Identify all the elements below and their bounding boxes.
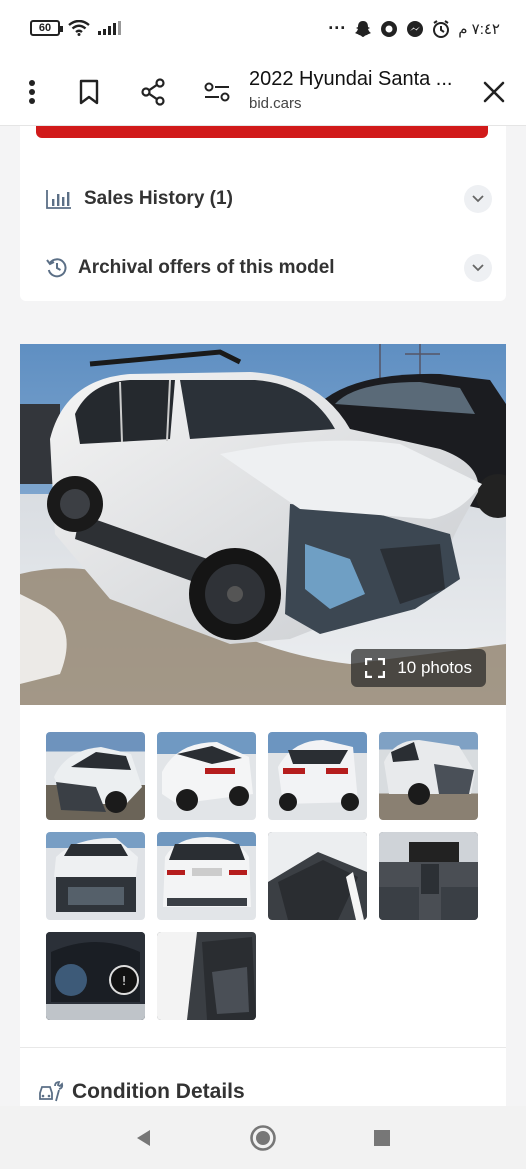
alarm-icon (433, 19, 450, 38)
thumbnail-6[interactable] (157, 832, 256, 920)
recents-button[interactable] (366, 1122, 398, 1154)
accordion-archival-offers[interactable]: Archival offers of this model (46, 251, 492, 285)
page-title: 2022 Hyundai Santa ... (249, 68, 453, 90)
page-settings-button[interactable] (199, 74, 235, 110)
battery-level: 60 (38, 22, 52, 34)
back-triangle-icon (137, 1130, 150, 1146)
home-circle-icon (250, 1125, 276, 1151)
thumbnail-3[interactable] (268, 732, 367, 820)
condition-details-label: Condition Details (72, 1080, 245, 1103)
page-content: Sales History (1) Archival offers of thi… (0, 126, 526, 1106)
thumbnail-10[interactable] (157, 932, 256, 1020)
thumbnail-1[interactable] (46, 732, 145, 820)
svg-text:!: ! (122, 974, 127, 988)
thumbnail-4[interactable] (379, 732, 478, 820)
more-vertical-icon (29, 80, 35, 104)
status-bar: 60 ··· ٧:٤٢ م (0, 0, 526, 60)
accordion-sales-history[interactable]: Sales History (1) (46, 182, 492, 216)
photo-gallery-card: 10 photos ! Condition Details (20, 344, 506, 1106)
page-domain: bid.cars (249, 95, 302, 112)
fullscreen-icon (365, 658, 386, 678)
close-icon (483, 81, 505, 103)
signal-icon (98, 21, 121, 35)
app-notification-icon (381, 20, 398, 37)
recents-square-icon (374, 1130, 390, 1146)
page-title-block: 2022 Hyundai Santa ... bid.cars (249, 68, 469, 112)
clock: ٧:٤٢ م (458, 20, 500, 38)
bookmark-icon (79, 79, 99, 105)
bookmark-button[interactable] (71, 74, 107, 110)
condition-details-header[interactable]: Condition Details (38, 1080, 245, 1104)
thumbnail-8[interactable] (379, 832, 478, 920)
car-wrench-icon (39, 1081, 64, 1102)
photo-count-label: 10 photos (397, 658, 472, 677)
close-button[interactable] (476, 74, 512, 110)
photo-count-badge[interactable]: 10 photos (351, 649, 486, 687)
snapchat-icon (355, 20, 372, 37)
bar-chart-icon (46, 190, 71, 209)
history-icon (46, 258, 67, 278)
thumbnail-9[interactable]: ! (46, 932, 145, 1020)
action-button-red[interactable] (36, 126, 488, 138)
share-button[interactable] (135, 74, 171, 110)
messenger-icon (407, 20, 424, 37)
history-card: Sales History (1) Archival offers of thi… (20, 126, 506, 301)
main-vehicle-photo[interactable]: 10 photos (20, 344, 506, 705)
browser-app-bar: 2022 Hyundai Santa ... bid.cars (0, 60, 526, 126)
chevron-down-icon[interactable] (464, 185, 492, 213)
home-button[interactable] (247, 1122, 279, 1154)
more-menu-button[interactable] (14, 74, 50, 110)
settings-sliders-icon (204, 82, 230, 102)
section-divider (20, 1047, 506, 1048)
wifi-icon (68, 20, 90, 36)
system-nav-bar (0, 1106, 526, 1169)
accordion-label: Sales History (1) (84, 188, 233, 209)
chevron-down-icon[interactable] (464, 254, 492, 282)
back-button[interactable] (127, 1122, 159, 1154)
accordion-label: Archival offers of this model (78, 257, 335, 278)
battery-icon: 60 (30, 20, 63, 36)
share-icon (141, 78, 165, 106)
more-status-icon: ··· (328, 18, 347, 38)
thumbnail-7[interactable] (268, 832, 367, 920)
thumbnail-2[interactable] (157, 732, 256, 820)
thumbnail-5[interactable] (46, 832, 145, 920)
